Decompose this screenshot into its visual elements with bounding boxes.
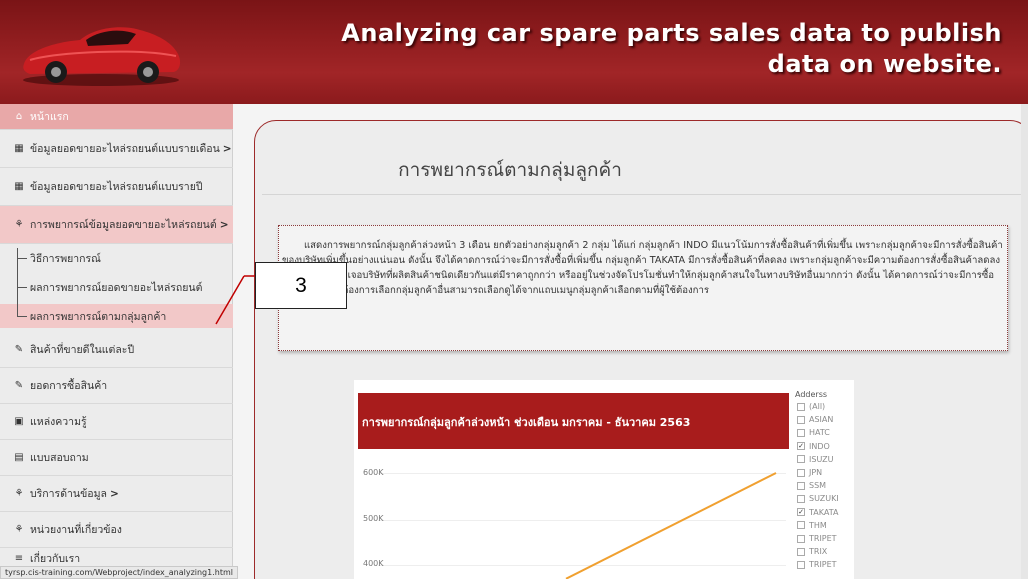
- sidebar-subitem-label: ผลการพยากรณ์ตามกลุ่มลูกค้า: [30, 311, 167, 323]
- page-title: การพยากรณ์ตามกลุ่มลูกค้า: [398, 159, 622, 181]
- checkbox-icon[interactable]: [797, 560, 805, 569]
- slicer-item[interactable]: ✓ INDO: [797, 442, 830, 451]
- sidebar-subitem-sales-forecast[interactable]: ผลการพยากรณ์ยอดขายอะไหล่รถยนต์: [30, 279, 202, 296]
- slicer-item-label: (All): [809, 402, 826, 411]
- slicer-item[interactable]: ISUZU: [797, 455, 834, 464]
- sidebar-item-label: การพยากรณ์ข้อมูลยอดขายอะไหล่รถยนต์: [30, 219, 217, 231]
- wrench-icon: ✎: [14, 344, 24, 355]
- gridline: [378, 520, 786, 521]
- slicer-item-label: INDO: [809, 441, 830, 451]
- slicer-item[interactable]: ASIAN: [797, 415, 833, 424]
- slicer-item[interactable]: THM: [797, 521, 827, 530]
- home-icon: ⌂: [15, 111, 23, 122]
- checkbox-icon[interactable]: [797, 494, 805, 503]
- sidebar-item-label: ยอดการซื้อสินค้า: [30, 380, 108, 392]
- slicer-item[interactable]: ✓ TAKATA: [797, 508, 838, 517]
- sidebar-item-data-services[interactable]: ⚘ บริการด้านข้อมูล >: [0, 476, 233, 512]
- checkbox-icon[interactable]: [797, 547, 805, 556]
- sidebar-subitem-method[interactable]: วิธีการพยากรณ์: [30, 250, 101, 267]
- slicer-item[interactable]: TRIX: [797, 547, 827, 556]
- checkbox-checked-icon[interactable]: ✓: [797, 442, 805, 451]
- checkbox-icon[interactable]: [797, 468, 805, 477]
- checkbox-icon[interactable]: [797, 481, 805, 490]
- checkbox-icon[interactable]: [797, 415, 805, 424]
- y-tick-label: 400K: [363, 559, 384, 568]
- callout-badge: 3: [255, 262, 347, 309]
- gridline: [378, 473, 786, 474]
- sidebar-item-label: เกี่ยวกับเรา: [30, 552, 81, 565]
- list-icon: ≡: [14, 552, 24, 564]
- slicer-item[interactable]: SUZUKI: [797, 494, 839, 503]
- form-icon: ▤: [14, 452, 24, 463]
- sitemap-icon: ⚘: [14, 488, 24, 499]
- slicer-item-label: HATC: [809, 428, 830, 438]
- site-title-line2: data on website.: [767, 50, 1002, 78]
- sidebar-item-about[interactable]: ≡ เกี่ยวกับเรา: [0, 548, 233, 568]
- sidebar-subitem-label: ผลการพยากรณ์ยอดขายอะไหล่รถยนต์: [30, 282, 203, 294]
- sitemap-icon: ⚘: [14, 524, 24, 535]
- sidebar-item-questionnaire[interactable]: ▤ แบบสอบถาม: [0, 440, 233, 476]
- slicer-title: Adderss: [795, 390, 828, 399]
- site-title-line1: Analyzing car spare parts sales data to …: [341, 19, 1002, 47]
- divider: [262, 194, 1024, 195]
- slicer-item-label: ASIAN: [809, 415, 834, 425]
- submenu-tick: [17, 316, 27, 317]
- report-title: การพยากรณ์กลุ่มลูกค้าล่วงหน้า ช่วงเดือน …: [362, 416, 691, 429]
- submenu-tick: [17, 258, 27, 259]
- sidebar-item-agencies[interactable]: ⚘ หน่วยงานที่เกี่ยวข้อง: [0, 512, 233, 548]
- site-header: Analyzing car spare parts sales data to …: [0, 0, 1028, 104]
- slicer-item-label: JPN: [809, 468, 823, 477]
- sidebar-item-label: แหล่งความรู้: [30, 416, 87, 428]
- slicer-item-label: THM: [809, 520, 827, 530]
- sidebar-item-forecast[interactable]: ⚘ การพยากรณ์ข้อมูลยอดขายอะไหล่รถยนต์ >: [0, 206, 233, 244]
- slicer-item-label: SSM: [809, 481, 827, 491]
- sidebar-item-label: สินค้าที่ขายดีในแต่ละปี: [30, 344, 135, 356]
- scrollbar-track[interactable]: [1021, 104, 1028, 579]
- checkbox-icon[interactable]: [797, 534, 805, 543]
- sidebar-item-purchases[interactable]: ✎ ยอดการซื้อสินค้า: [0, 368, 233, 404]
- submenu-tick: [17, 287, 27, 288]
- chevron-right-icon: >: [222, 142, 232, 155]
- sidebar-subitem-label: วิธีการพยากรณ์: [30, 253, 101, 265]
- checkbox-icon[interactable]: [797, 521, 805, 530]
- slicer-item[interactable]: SSM: [797, 481, 826, 490]
- sidebar-item-knowledge[interactable]: ▣ แหล่งความรู้: [0, 404, 233, 440]
- slicer-item-label: SUZUKI: [809, 494, 839, 504]
- sidebar-subitem-customer-forecast[interactable]: ผลการพยากรณ์ตามกลุ่มลูกค้า: [30, 308, 166, 325]
- slicer-item-label: TRIPET: [809, 534, 837, 543]
- calendar-icon: ▦: [14, 143, 24, 154]
- slicer-item[interactable]: (All): [797, 402, 825, 411]
- sitemap-icon: ⚘: [14, 219, 24, 230]
- sidebar-item-label: บริการด้านข้อมูล: [30, 488, 107, 500]
- y-tick-label: 600K: [363, 468, 384, 477]
- checkbox-icon[interactable]: [797, 402, 805, 411]
- status-url: tyrsp.cis-training.com/Webproject/index_…: [0, 566, 238, 579]
- sidebar-item-label: หน่วยงานที่เกี่ยวข้อง: [30, 524, 122, 536]
- description-text: แสดงการพยากรณ์กลุ่มลูกค้าล่วงหน้า 3 เดือ…: [282, 240, 1003, 296]
- sidebar-item-label: หน้าแรก: [30, 111, 69, 123]
- chevron-right-icon: >: [219, 218, 229, 231]
- slicer-item[interactable]: HATC: [797, 428, 830, 437]
- book-icon: ▣: [14, 416, 24, 427]
- callout-number: 3: [295, 273, 307, 297]
- gridline: [378, 565, 786, 566]
- slicer-item[interactable]: JPN: [797, 468, 822, 477]
- sidebar-item-label: แบบสอบถาม: [30, 452, 89, 464]
- site-title: Analyzing car spare parts sales data to …: [341, 18, 1002, 80]
- slicer-item-label: ISUZU: [809, 454, 834, 464]
- sidebar-item-bestsellers[interactable]: ✎ สินค้าที่ขายดีในแต่ละปี: [0, 332, 233, 368]
- checkbox-icon[interactable]: [797, 428, 805, 437]
- slicer-item-label: TAKATA: [809, 507, 839, 517]
- slicer-item[interactable]: TRIPET: [797, 534, 837, 543]
- y-tick-label: 500K: [363, 514, 384, 523]
- car-logo: [23, 27, 181, 86]
- slicer-item[interactable]: TRIPET: [797, 560, 837, 569]
- sidebar-item-home[interactable]: ⌂ หน้าแรก: [0, 104, 233, 130]
- slicer-item-label: TRIX: [809, 547, 828, 557]
- checkbox-checked-icon[interactable]: ✓: [797, 508, 805, 517]
- chevron-right-icon: >: [109, 487, 119, 500]
- wrench-icon: ✎: [14, 380, 24, 391]
- slicer-item-label: TRIPET: [809, 560, 837, 570]
- checkbox-icon[interactable]: [797, 455, 805, 464]
